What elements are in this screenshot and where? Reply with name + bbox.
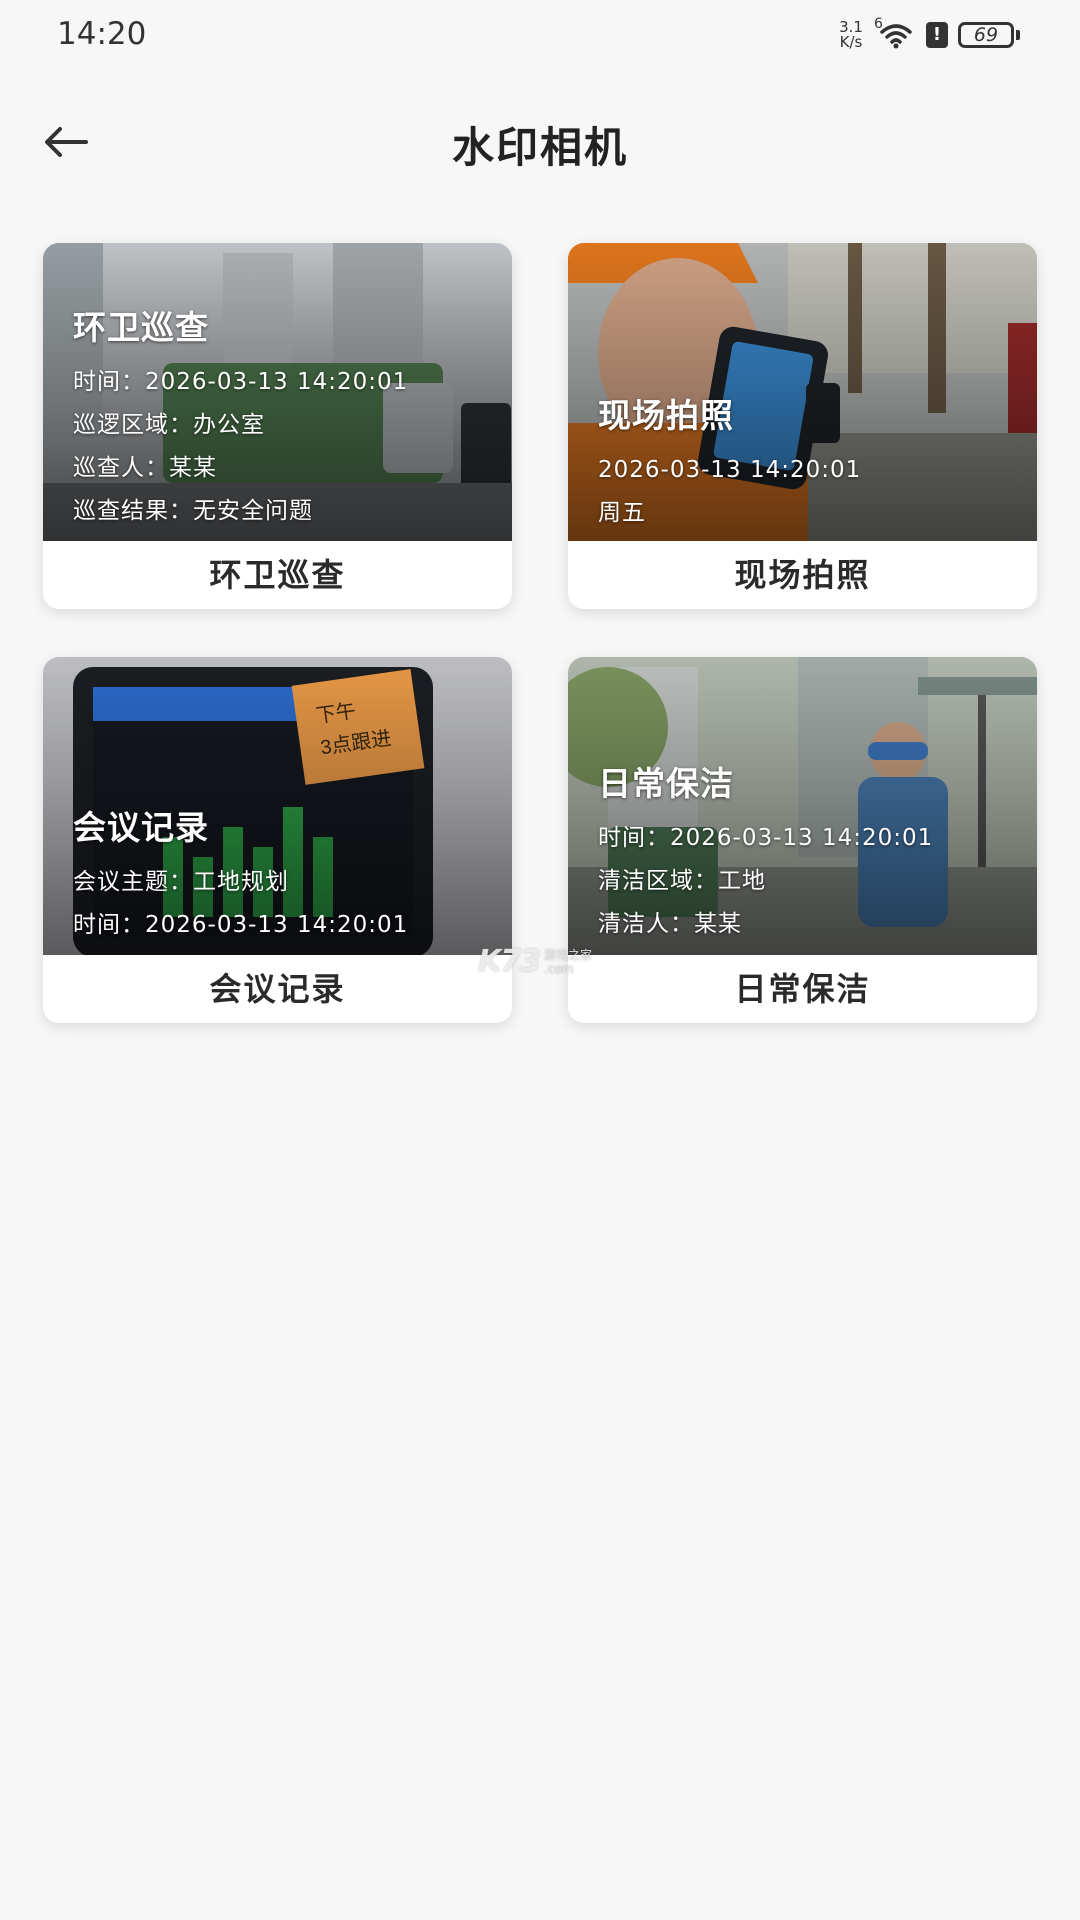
overlay-line: 周五 — [598, 500, 646, 526]
battery-icon: 69 — [958, 22, 1020, 48]
card-image: 日常保洁 时间：2026-03-13 14:20:01 清洁区域：工地 清洁人：… — [568, 657, 1037, 955]
watermark-main: K73 — [478, 944, 541, 979]
card-image: 环卫巡查 时间：2026-03-13 14:20:01 巡逻区域：办公室 巡查人… — [43, 243, 512, 541]
template-card-site-photo[interactable]: 现场拍照 2026-03-13 14:20:01 周五 现场拍照 — [568, 243, 1037, 609]
overlay-line: 2026-03-13 14:20:01 — [598, 457, 862, 483]
status-time: 14:20 — [57, 16, 147, 52]
card-label: 环卫巡查 — [209, 556, 346, 594]
wifi-icon: 6 — [874, 16, 916, 50]
watermark-sub-bottom: .com — [544, 961, 574, 976]
overlay-line: 时间：2026-03-13 14:20:01 — [598, 825, 934, 851]
overlay-line: 巡查结果：无安全问题 — [73, 498, 313, 524]
overlay-line: 巡逻区域：办公室 — [73, 412, 265, 438]
template-card-daily-cleaning[interactable]: 日常保洁 时间：2026-03-13 14:20:01 清洁区域：工地 清洁人：… — [568, 657, 1037, 1023]
overlay-line: 时间：2026-03-13 14:20:01 — [73, 369, 409, 395]
network-speed-unit: K/s — [839, 33, 863, 51]
card-image: 下午 3点跟进 会议记录 会议主题：工地规划 时间：2026-03-13 14:… — [43, 657, 512, 955]
overlay-line: 巡查人：某某 — [73, 455, 217, 481]
overlay-title: 日常保洁 — [598, 764, 734, 803]
status-bar: 14:20 3.1 K/s 6 ! 69 — [0, 0, 1080, 72]
overlay-line: 时间：2026-03-13 14:20:01 — [73, 912, 409, 938]
card-label: 会议记录 — [209, 970, 346, 1008]
overlay-title: 环卫巡查 — [73, 308, 209, 347]
watermark-overlay: 会议记录 会议主题：工地规划 时间：2026-03-13 14:20:01 — [73, 801, 492, 947]
watermark-overlay: 环卫巡查 时间：2026-03-13 14:20:01 巡逻区域：办公室 巡查人… — [73, 301, 492, 533]
template-card-sanitation-patrol[interactable]: 环卫巡查 时间：2026-03-13 14:20:01 巡逻区域：办公室 巡查人… — [43, 243, 512, 609]
alert-icon: ! — [926, 22, 948, 48]
overlay-title: 现场拍照 — [598, 396, 734, 435]
overlay-line: 清洁人：某某 — [598, 911, 742, 937]
app-header: 水印相机 — [0, 100, 1080, 184]
card-label: 日常保洁 — [734, 970, 871, 1008]
battery-level: 69 — [958, 22, 1014, 48]
watermark-overlay: 日常保洁 时间：2026-03-13 14:20:01 清洁区域：工地 清洁人：… — [598, 757, 1017, 946]
network-speed: 3.1 K/s — [836, 20, 866, 50]
card-label: 现场拍照 — [734, 556, 871, 594]
page-title: 水印相机 — [451, 123, 628, 172]
overlay-line: 会议主题：工地规划 — [73, 869, 289, 895]
overlay-line: 清洁区域：工地 — [598, 868, 766, 894]
wifi-badge: 6 — [874, 16, 883, 32]
status-icons: 3.1 K/s 6 ! 69 — [836, 16, 1020, 50]
card-image: 现场拍照 2026-03-13 14:20:01 周五 — [568, 243, 1037, 541]
watermark-overlay: 现场拍照 2026-03-13 14:20:01 周五 — [598, 389, 1017, 535]
template-card-meeting-record[interactable]: 下午 3点跟进 会议记录 会议主题：工地规划 时间：2026-03-13 14:… — [43, 657, 512, 1023]
site-watermark: K73 游戏之家 .com — [478, 944, 592, 979]
overlay-title: 会议记录 — [73, 808, 209, 847]
watermark-sub-top: 游戏之家 — [544, 947, 593, 962]
